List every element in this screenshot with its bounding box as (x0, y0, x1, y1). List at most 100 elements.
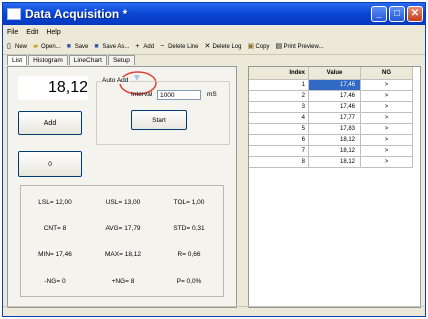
new-file-icon: ▯ (7, 43, 11, 50)
tab-list[interactable]: List (7, 55, 28, 65)
menu-help[interactable]: Help (46, 29, 60, 36)
interval-input[interactable]: 1000 (157, 90, 201, 100)
header-ng[interactable]: NG (361, 67, 413, 80)
save-as-button[interactable]: ■ Save As... (94, 43, 129, 50)
table-row[interactable]: 6 18,12 > (249, 135, 420, 146)
save-disk-icon: ■ (66, 43, 71, 50)
delete-log-label: Delete Log (212, 43, 242, 50)
header-value[interactable]: Value (309, 67, 361, 80)
tab-strip: List Histogram LineChart Setup (7, 55, 136, 65)
start-button[interactable]: Start (131, 110, 187, 130)
cell-index: 5 (249, 124, 309, 135)
stat-avg: AVG= 17,79 (105, 225, 141, 232)
copy-label: Copy (255, 43, 270, 50)
stat-tol: TOL= 1,00 (173, 199, 205, 206)
cell-index: 2 (249, 91, 309, 102)
add-toolbar-button[interactable]: + Add (135, 43, 154, 50)
copy-icon: ▣ (247, 43, 255, 50)
list-panel: 18,12 Add 0 Auto Add Interval 1000 mS St… (7, 66, 237, 308)
save-label: Save (74, 43, 89, 50)
minimize-icon[interactable]: _ (371, 6, 387, 22)
cell-ng: > (361, 91, 413, 102)
table-row[interactable]: 4 17,77 > (249, 113, 420, 124)
header-index[interactable]: Index (249, 67, 309, 80)
maximize-icon[interactable]: □ (389, 6, 405, 22)
plus-icon: + (135, 43, 140, 50)
cell-index: 7 (249, 146, 309, 157)
minus-icon: − (160, 43, 165, 50)
status-bar (3, 306, 425, 316)
stat-minus-ng: -NG= 0 (44, 278, 66, 285)
cell-value[interactable]: 18,12 (309, 146, 361, 157)
table-row[interactable]: 2 17,46 > (249, 91, 420, 102)
cell-value[interactable]: 17,83 (309, 124, 361, 135)
app-icon (7, 8, 21, 20)
cell-ng: > (361, 157, 413, 168)
statistics-panel: LSL= 12,00 USL= 13,00 TOL= 1,00 CNT= 8 A… (20, 185, 224, 297)
cell-ng: > (361, 113, 413, 124)
cell-index: 8 (249, 157, 309, 168)
cell-value[interactable]: 17,46 (309, 80, 361, 91)
printer-icon: ▤ (275, 43, 283, 50)
interval-label: Interval (131, 91, 153, 98)
tab-histogram[interactable]: Histogram (28, 55, 68, 65)
save-as-label: Save As... (102, 43, 130, 50)
cell-index: 4 (249, 113, 309, 124)
stat-usl: USL= 13,00 (105, 199, 141, 206)
cell-value[interactable]: 17,46 (309, 91, 361, 102)
table-row[interactable]: 3 17,46 > (249, 102, 420, 113)
stat-range: R= 0,66 (177, 251, 201, 258)
delete-line-label: Delete Line (168, 43, 199, 50)
cell-index: 6 (249, 135, 309, 146)
print-preview-button[interactable]: ▤ Print Preview... (276, 43, 324, 50)
cell-ng: > (361, 80, 413, 91)
table-row[interactable]: 7 18,12 > (249, 146, 420, 157)
cell-index: 3 (249, 102, 309, 113)
table-row[interactable]: 1 17,46 > (249, 80, 420, 91)
open-button[interactable]: ▰ Open... (33, 43, 61, 50)
main-window: Data Acquisition * _ □ ✕ File Edit Help … (2, 2, 426, 317)
cell-value[interactable]: 18,12 (309, 157, 361, 168)
delete-log-button[interactable]: ✕ Delete Log (204, 43, 241, 50)
cell-value[interactable]: 17,77 (309, 113, 361, 124)
stat-max: MAX= 18,12 (105, 251, 141, 258)
cell-ng: > (361, 102, 413, 113)
stat-std: STD= 0,31 (173, 225, 205, 232)
stat-min: MIN= 17,46 (38, 251, 72, 258)
copy-button[interactable]: ▣ Copy (247, 43, 269, 50)
current-value-display: 18,12 (18, 76, 88, 100)
cell-value[interactable]: 18,12 (309, 135, 361, 146)
stat-plus-ng: +NG= 8 (111, 278, 135, 285)
stat-lsl: LSL= 12,00 (38, 199, 72, 206)
close-icon[interactable]: ✕ (407, 6, 423, 22)
stat-cnt: CNT= 8 (43, 225, 67, 232)
cell-ng: > (361, 124, 413, 135)
add-button[interactable]: Add (18, 111, 82, 135)
add-toolbar-label: Add (143, 43, 155, 50)
tab-setup[interactable]: Setup (107, 55, 135, 65)
cell-value[interactable]: 17,46 (309, 102, 361, 113)
table-row[interactable]: 8 18,12 > (249, 157, 420, 168)
tab-linechart[interactable]: LineChart (68, 55, 107, 65)
stat-percent: P= 0,0% (176, 278, 202, 285)
interval-unit: mS (207, 91, 217, 98)
grid-header: Index Value NG (249, 67, 420, 80)
new-label: New (15, 43, 28, 50)
window-title: Data Acquisition * (25, 7, 128, 21)
auto-add-group: Auto Add Interval 1000 mS Start (96, 77, 230, 145)
cell-ng: > (361, 146, 413, 157)
menu-edit[interactable]: Edit (26, 29, 38, 36)
x-icon: ✕ (204, 43, 211, 50)
menu-file[interactable]: File (7, 29, 18, 36)
table-row[interactable]: 5 17,83 > (249, 124, 420, 135)
print-preview-label: Print Preview... (283, 43, 324, 50)
delete-line-button[interactable]: − Delete Line (160, 43, 198, 50)
toolbar: ▯ New ▰ Open... ■ Save ■ Save As... + Add − De… (3, 39, 425, 55)
counter-button[interactable]: 0 (18, 151, 82, 177)
data-grid[interactable]: Index Value NG 1 17,46 > 2 17,46 > 3 17,46 > 4… (248, 66, 421, 308)
cell-ng: > (361, 135, 413, 146)
title-bar[interactable]: Data Acquisition * _ □ ✕ (3, 3, 425, 25)
new-button[interactable]: ▯ New (7, 43, 27, 50)
save-button[interactable]: ■ Save (67, 43, 89, 50)
open-label: Open... (41, 43, 61, 50)
